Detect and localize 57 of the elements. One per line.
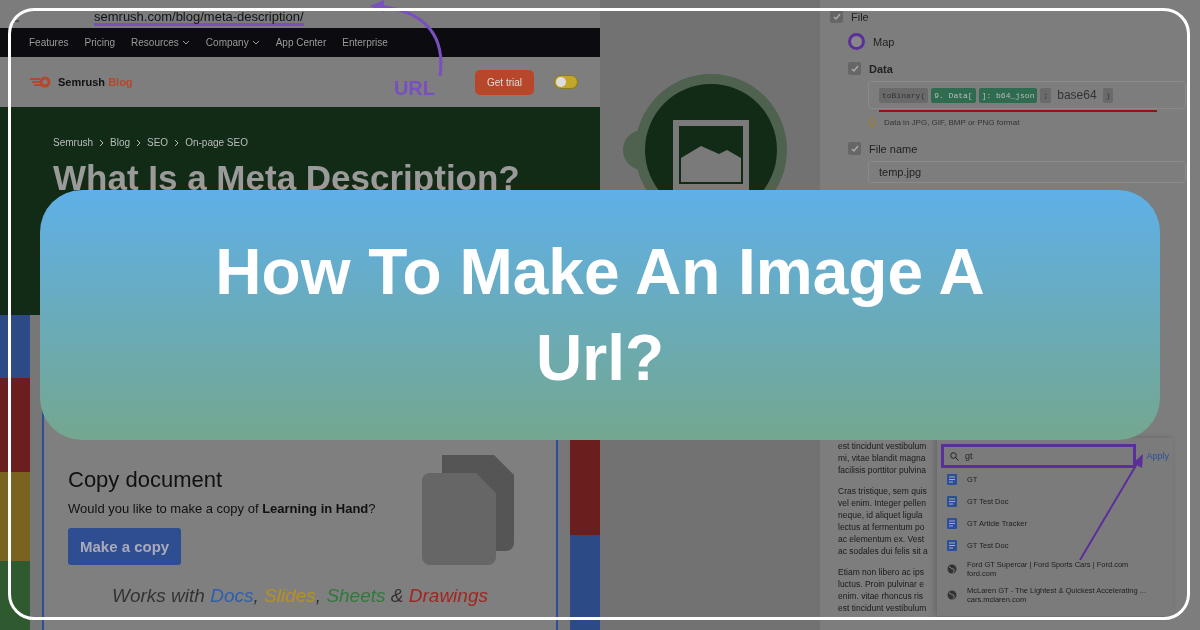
works-with-text: Works with Docs, Slides, Sheets & Drawings (111, 585, 489, 607)
breadcrumb-link[interactable]: SEO (147, 137, 169, 148)
chevron-right-icon (136, 138, 142, 147)
field-label: File (851, 10, 869, 23)
document-text-line: enim. vitae rhoncus ris (838, 590, 924, 602)
breadcrumb-link[interactable]: Semrush (53, 137, 93, 148)
document-text-line: neque, id aliquet ligula (838, 509, 923, 521)
field-label: File name (869, 142, 918, 155)
document-text-line: ac sodales dui felis sit a (838, 545, 928, 557)
copy-documents-icon (422, 455, 514, 565)
document-text-line: facilisis porttitor pulvina (838, 464, 926, 476)
url-annotation: URL (393, 76, 435, 100)
search-icon (950, 451, 959, 461)
globe-icon (947, 590, 957, 600)
fireball-logo-icon (30, 76, 52, 88)
make-copy-button[interactable]: Make a copy (68, 528, 182, 565)
copy-prompt: Would you like to make a copy of Learning in Hand? (68, 501, 377, 516)
globe-icon (947, 564, 957, 574)
nav-link[interactable]: Features (29, 37, 69, 48)
field-label: Data (869, 62, 893, 75)
nav-link[interactable]: Pricing (84, 37, 116, 48)
chevron-right-icon (99, 138, 104, 147)
document-icon (947, 473, 957, 485)
document-text-line: ac elementum ex. Vest (838, 533, 924, 545)
get-trial-button[interactable]: Get trial (475, 69, 534, 95)
document-text-line: luctus. Proin pulvinar e (838, 578, 924, 590)
document-icon (947, 539, 957, 551)
checkbox[interactable] (848, 142, 861, 155)
document-icon (947, 495, 957, 507)
document-text-line: est tincidunt vestibulum (838, 440, 927, 452)
nav-link[interactable]: Company (205, 37, 260, 48)
document-text-line: est tincidunt vestibulum (838, 602, 927, 614)
document-text-line: Etiam non libero ac ips (838, 566, 924, 578)
chevron-right-icon (174, 138, 180, 147)
document-text-line: mi, vitae blandit magna (838, 452, 926, 464)
nav-link[interactable]: Resources (131, 37, 190, 48)
blog-logo-text[interactable]: Semrush Blog (58, 76, 133, 88)
breadcrumb-link[interactable]: Blog (110, 137, 131, 148)
radio-button[interactable] (848, 33, 865, 50)
theme-toggle[interactable] (554, 75, 578, 89)
chevron-down-icon (251, 40, 260, 45)
search-field[interactable]: gt (941, 444, 1137, 468)
chevron-down-icon (181, 40, 190, 45)
file-name-field[interactable]: temp.jpg (868, 161, 1186, 183)
checkbox[interactable] (848, 62, 861, 75)
nav-link[interactable]: Enterprise (342, 37, 388, 48)
field-label: Map (873, 35, 895, 48)
article-title: What Is a Meta Description? (53, 158, 521, 198)
nav-link[interactable]: App Center (275, 37, 327, 48)
card-title: Copy document (68, 467, 224, 493)
document-text-line: vel enim. Integer pellen (838, 497, 926, 509)
lightbulb-icon (868, 117, 876, 128)
breadcrumb-link[interactable]: On-page SEO (185, 137, 248, 148)
document-icon (947, 517, 957, 529)
document-text-line: Cras tristique, sem quis (838, 485, 927, 497)
document-text-line: lectus at fermentum po (838, 521, 925, 533)
banner-title: How To Make An Image A Url? (214, 234, 986, 396)
